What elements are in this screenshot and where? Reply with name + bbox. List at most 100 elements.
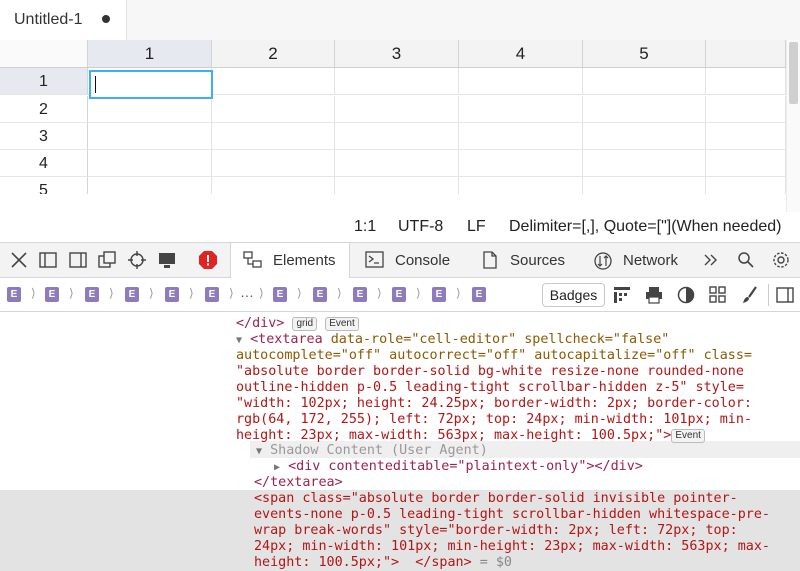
grid-cell[interactable] (459, 68, 583, 95)
grid-cell[interactable] (212, 123, 335, 150)
grid-cell[interactable] (335, 123, 459, 150)
grid-cell[interactable] (459, 177, 583, 194)
element-picker-icon[interactable] (127, 250, 147, 270)
grid-cell[interactable] (335, 150, 459, 177)
grid-scrollbar-thumb[interactable] (789, 42, 798, 104)
print-icon[interactable] (644, 285, 664, 305)
line-ending-indicator[interactable]: LF (467, 218, 486, 236)
breadcrumb-element-item[interactable]: E (165, 287, 179, 302)
breadcrumb-element-item[interactable]: E (273, 287, 287, 302)
grid-cell[interactable] (583, 123, 706, 150)
breadcrumb-element-item[interactable]: E (472, 287, 486, 302)
grid-cell[interactable] (335, 68, 459, 95)
div-close-line[interactable]: </div> grid Event (236, 316, 359, 332)
span-line[interactable]: <span class="absolute border border-soli… (254, 491, 738, 507)
event-badge[interactable]: Event (671, 429, 705, 443)
grid-cell[interactable] (706, 150, 786, 177)
tab-elements[interactable]: Elements (230, 243, 350, 278)
breadcrumb-element-item[interactable]: E (392, 287, 406, 302)
grid-cell[interactable] (335, 177, 459, 194)
dock-right-icon[interactable] (68, 250, 88, 270)
error-indicator-icon[interactable] (198, 250, 218, 270)
shadow-div-line[interactable]: ▶ <div contenteditable="plaintext-only">… (274, 459, 643, 476)
spreadsheet-grid[interactable]: 1234512345 (0, 40, 786, 194)
grid-cell[interactable] (459, 96, 583, 123)
search-icon[interactable] (736, 250, 756, 270)
cursor-position[interactable]: 1:1 (354, 218, 376, 236)
grid-corner[interactable] (0, 40, 88, 68)
grid-cell[interactable] (706, 68, 786, 95)
span-line[interactable]: 24px; min-width: 101px; min-height: 23px… (254, 539, 770, 555)
paintbrush-icon[interactable] (740, 285, 760, 305)
breadcrumb-element-item[interactable]: E (313, 287, 327, 302)
breadcrumb-element-item[interactable]: E (353, 287, 367, 302)
grid-cell[interactable] (459, 123, 583, 150)
grid-cell[interactable] (212, 68, 335, 95)
grid-cell[interactable] (706, 123, 786, 150)
textarea-open-line[interactable]: ▼ <textarea data-role="cell-editor" spel… (236, 332, 669, 349)
device-mode-icon[interactable] (157, 250, 177, 270)
grid-cell[interactable] (212, 96, 335, 123)
row-header[interactable]: 1 (0, 68, 88, 95)
delimiter-indicator[interactable]: Delimiter=[,], Quote=["](When needed) (509, 218, 781, 236)
document-tab[interactable]: Untitled-1 (0, 0, 127, 40)
grid-cell[interactable] (212, 150, 335, 177)
column-header[interactable]: 2 (212, 40, 335, 68)
grid-cell[interactable] (706, 177, 786, 194)
color-scheme-icon[interactable] (676, 285, 696, 305)
tab-sources[interactable]: Sources (468, 243, 578, 278)
span-line[interactable]: wrap break-words" style="border-width: 2… (254, 523, 738, 539)
dom-tree[interactable]: </div> grid Event ▼ <textarea data-role=… (0, 312, 800, 571)
grid-badge[interactable]: grid (292, 317, 318, 331)
layout-icon[interactable] (612, 285, 632, 305)
column-header[interactable]: 1 (88, 40, 212, 68)
grid-cell[interactable] (583, 68, 706, 95)
undock-icon[interactable] (97, 250, 117, 270)
cell-editor[interactable] (89, 70, 213, 99)
grid-cell[interactable] (459, 150, 583, 177)
grid-cell[interactable] (706, 96, 786, 123)
collapsed-triangle-icon[interactable]: ▶ (274, 462, 280, 473)
sidebar-toggle-icon[interactable] (775, 285, 795, 305)
grid-cell[interactable] (583, 177, 706, 194)
grid-cell[interactable] (88, 177, 212, 194)
dock-left-icon[interactable] (38, 250, 58, 270)
breadcrumb-ellipsis[interactable]: … (240, 284, 254, 300)
grid-cell[interactable] (583, 150, 706, 177)
grid-overlay-icon[interactable] (708, 285, 728, 305)
tab-network[interactable]: Network (581, 243, 691, 278)
more-tabs-icon[interactable] (701, 250, 721, 270)
unsaved-dot-icon[interactable] (102, 15, 110, 23)
grid-cell[interactable] (583, 96, 706, 123)
gear-icon[interactable] (771, 250, 791, 270)
breadcrumb-element-item[interactable]: E (85, 287, 99, 302)
expanded-triangle-icon[interactable]: ▼ (236, 335, 242, 346)
close-icon[interactable] (9, 250, 29, 270)
grid-cell[interactable] (212, 177, 335, 194)
textarea-close-line[interactable]: </textarea> (254, 475, 343, 491)
column-header[interactable]: 5 (583, 40, 706, 68)
row-header[interactable]: 5 (0, 177, 88, 194)
breadcrumb-element-item[interactable]: E (432, 287, 446, 302)
shadow-root-line[interactable]: ▼ Shadow Content (User Agent) (256, 443, 488, 460)
grid-cell[interactable] (88, 123, 212, 150)
grid-cell[interactable] (335, 96, 459, 123)
column-header[interactable]: 4 (459, 40, 583, 68)
encoding-indicator[interactable]: UTF-8 (398, 218, 443, 236)
grid-cell[interactable] (88, 96, 212, 123)
expanded-triangle-icon[interactable]: ▼ (256, 446, 262, 457)
breadcrumb-element-item[interactable]: E (125, 287, 139, 302)
event-badge[interactable]: Event (325, 317, 359, 331)
grid-cell[interactable] (88, 150, 212, 177)
breadcrumb-element-item[interactable]: E (7, 287, 21, 302)
row-header[interactable]: 4 (0, 150, 88, 177)
breadcrumb-element-item[interactable]: E (205, 287, 219, 302)
tab-console[interactable]: Console (353, 243, 463, 278)
column-header[interactable]: 3 (335, 40, 459, 68)
breadcrumb-element-item[interactable]: E (45, 287, 59, 302)
grid-scrollbar[interactable] (786, 40, 800, 212)
row-header[interactable]: 2 (0, 96, 88, 123)
span-line[interactable]: events-none p-0.5 leading-tight scrollba… (254, 507, 770, 523)
span-last-line[interactable]: height: 100.5px;"> </span> = $0 (254, 555, 512, 571)
badges-button[interactable]: Badges (542, 283, 605, 307)
